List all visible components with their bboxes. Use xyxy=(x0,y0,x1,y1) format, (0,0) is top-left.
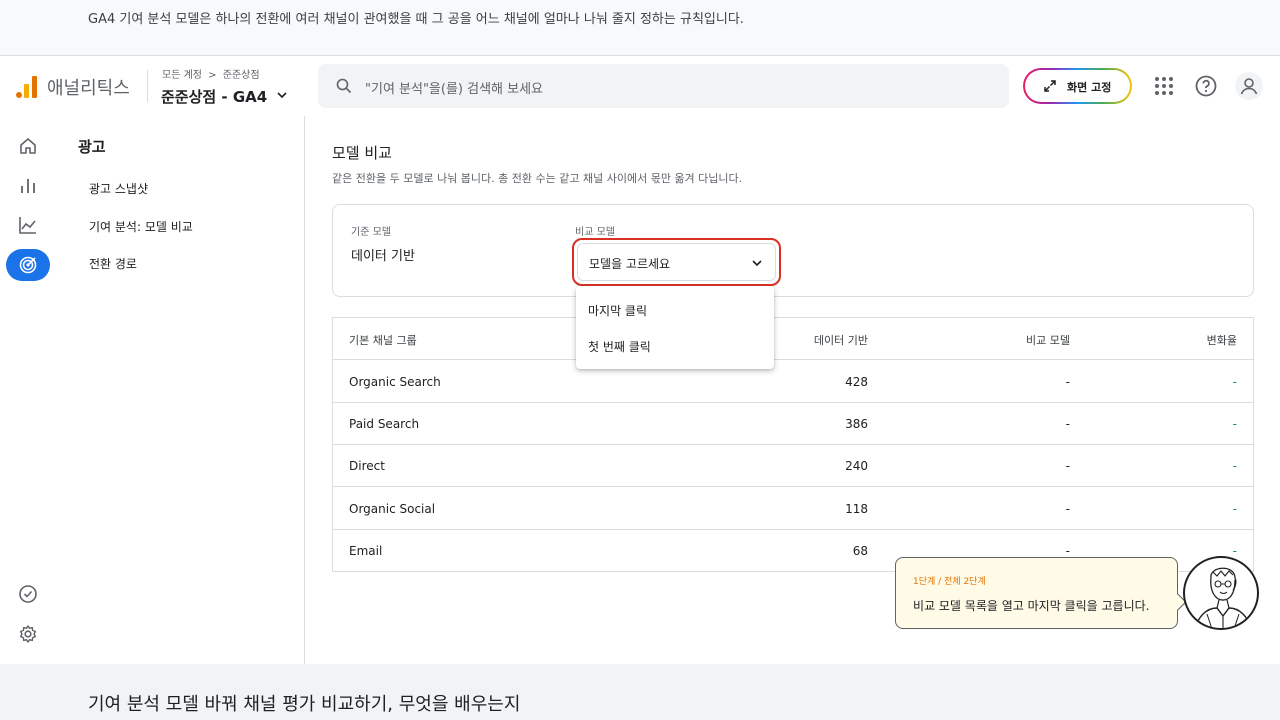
data-driven-value: 386 xyxy=(845,417,868,431)
home-icon xyxy=(20,138,36,154)
pin-screen-label: 화면 고정 xyxy=(1067,81,1112,94)
chevron-down-icon xyxy=(277,92,288,99)
top-caption-bar: GA4 기여 분석 모델은 하나의 전환에 여러 채널이 관여했을 때 그 공을… xyxy=(0,0,1280,56)
compare-value: - xyxy=(1065,502,1070,516)
channel-name: Organic Social xyxy=(349,502,436,516)
channel-name: Organic Search xyxy=(349,375,441,389)
app-name[interactable]: 애널리틱스 xyxy=(47,74,130,100)
option-last-click[interactable]: 마지막 클릭 xyxy=(588,302,647,319)
channel-name: Email xyxy=(349,544,383,558)
analytics-logo[interactable] xyxy=(16,74,38,98)
apps-grid-icon[interactable] xyxy=(1152,74,1176,98)
data-driven-value: 428 xyxy=(845,375,868,389)
table-row[interactable]: Organic Social 118 - - xyxy=(333,488,1253,530)
line-chart-icon xyxy=(19,217,36,234)
column-header-channel[interactable]: 기본 채널 그룹 xyxy=(349,332,417,348)
breadcrumb-account[interactable]: 모든 계정 xyxy=(162,70,202,81)
data-driven-value: 240 xyxy=(845,459,868,473)
target-icon xyxy=(19,256,37,274)
channel-name: Paid Search xyxy=(349,417,420,431)
pin-screen-button[interactable]: 화면 고정 xyxy=(1023,68,1132,104)
rail-admin-check[interactable] xyxy=(6,578,50,610)
compare-model-highlight: 모델을 고르세요 xyxy=(572,238,781,286)
rail-advertising[interactable] xyxy=(6,249,50,281)
model-selection-card: 기준 모델 데이터 기반 비교 모델 모델을 고르세요 xyxy=(332,204,1254,297)
column-header-data-driven[interactable]: 데이터 기반 xyxy=(788,332,868,348)
top-caption-text: GA4 기여 분석 모델은 하나의 전환에 여러 채널이 관여했을 때 그 공을… xyxy=(88,12,744,27)
rail-settings[interactable] xyxy=(6,618,50,650)
check-circle-icon xyxy=(19,585,37,603)
table-row[interactable]: Direct 240 - - xyxy=(333,445,1253,487)
account-avatar-icon[interactable] xyxy=(1234,71,1264,101)
table-row[interactable]: Organic Search 428 - - xyxy=(333,361,1253,403)
compare-value: - xyxy=(1065,375,1070,389)
change-value: - xyxy=(1232,417,1237,431)
breadcrumb-property[interactable]: 준준상점 xyxy=(223,70,260,81)
page-title: 모델 비교 xyxy=(332,144,392,162)
rail-explore[interactable] xyxy=(6,209,50,241)
guide-tooltip: 1단계 / 전체 2단계 비교 모델 목록을 열고 마지막 클릭을 고릅니다. xyxy=(895,557,1187,629)
column-header-compare[interactable]: 비교 모델 xyxy=(990,332,1070,348)
bar-chart-icon xyxy=(21,179,35,193)
guide-character-avatar[interactable] xyxy=(1183,556,1259,630)
compare-model-label: 비교 모델 xyxy=(575,227,615,238)
property-selector[interactable]: 준준상점 - GA4 xyxy=(161,86,288,107)
column-header-change[interactable]: 변화율 xyxy=(1157,332,1237,348)
compare-model-select[interactable]: 모델을 고르세요 xyxy=(577,243,776,281)
compare-model-value: 모델을 고르세요 xyxy=(589,257,671,271)
channel-name: Direct xyxy=(349,459,385,473)
compare-model-dropdown: 마지막 클릭 첫 번째 클릭 xyxy=(576,286,774,369)
option-first-click[interactable]: 첫 번째 클릭 xyxy=(588,338,651,355)
search-placeholder: "기여 분석"을(를) 검색해 보세요 xyxy=(365,82,544,97)
bottom-caption: 기여 분석 모델 바꿔 채널 평가 비교하기, 무엇을 배우는지 xyxy=(88,694,521,715)
subnav-title: 광고 xyxy=(78,138,106,156)
change-value: - xyxy=(1232,502,1237,516)
subnav-item-conversion-paths[interactable]: 전환 경로 xyxy=(89,255,137,272)
compare-value: - xyxy=(1065,417,1070,431)
chevron-down-icon xyxy=(752,260,762,267)
app-header: 애널리틱스 모든 계정 > 준준상점 준준상점 - GA4 "기여 분석"을(를… xyxy=(0,56,1280,116)
compare-value: - xyxy=(1065,459,1070,473)
page-description: 같은 전환을 두 모델로 나눠 봅니다. 총 전환 수는 같고 채널 사이에서 … xyxy=(332,172,743,185)
gear-icon xyxy=(20,625,36,643)
base-model-label: 기준 모델 xyxy=(351,227,391,238)
base-model-value: 데이터 기반 xyxy=(351,249,415,264)
breadcrumb[interactable]: 모든 계정 > 준준상점 xyxy=(162,66,260,81)
rail-reports[interactable] xyxy=(6,170,50,202)
table-row[interactable]: Paid Search 386 - - xyxy=(333,403,1253,445)
guide-message: 비교 모델 목록을 열고 마지막 클릭을 고릅니다. xyxy=(913,599,1150,613)
expand-icon xyxy=(1044,80,1056,92)
help-icon[interactable] xyxy=(1194,74,1218,98)
rail-home[interactable] xyxy=(6,130,50,162)
table-header-row: 기본 채널 그룹 데이터 기반 비교 모델 변화율 xyxy=(333,318,1253,360)
advertising-subnav: 광고 광고 스냅샷 기여 분석: 모델 비교 전환 경로 xyxy=(56,116,305,664)
subnav-item-snapshot[interactable]: 광고 스냅샷 xyxy=(89,180,148,197)
property-name: 준준상점 - GA4 xyxy=(161,88,268,106)
guide-step: 1단계 / 전체 2단계 xyxy=(913,577,986,587)
sidebar-rail xyxy=(0,116,56,664)
subnav-item-model-comparison[interactable]: 기여 분석: 모델 비교 xyxy=(89,218,193,235)
data-driven-value: 118 xyxy=(845,502,868,516)
compare-value: - xyxy=(1065,544,1070,558)
change-value: - xyxy=(1232,375,1237,389)
breadcrumb-separator: > xyxy=(208,70,217,81)
header-divider xyxy=(147,70,148,102)
search-icon xyxy=(336,78,352,94)
search-bar[interactable]: "기여 분석"을(를) 검색해 보세요 xyxy=(318,64,1009,108)
data-driven-value: 68 xyxy=(852,544,868,558)
change-value: - xyxy=(1232,459,1237,473)
channel-table: 기본 채널 그룹 데이터 기반 비교 모델 변화율 Organic Search… xyxy=(332,317,1254,572)
